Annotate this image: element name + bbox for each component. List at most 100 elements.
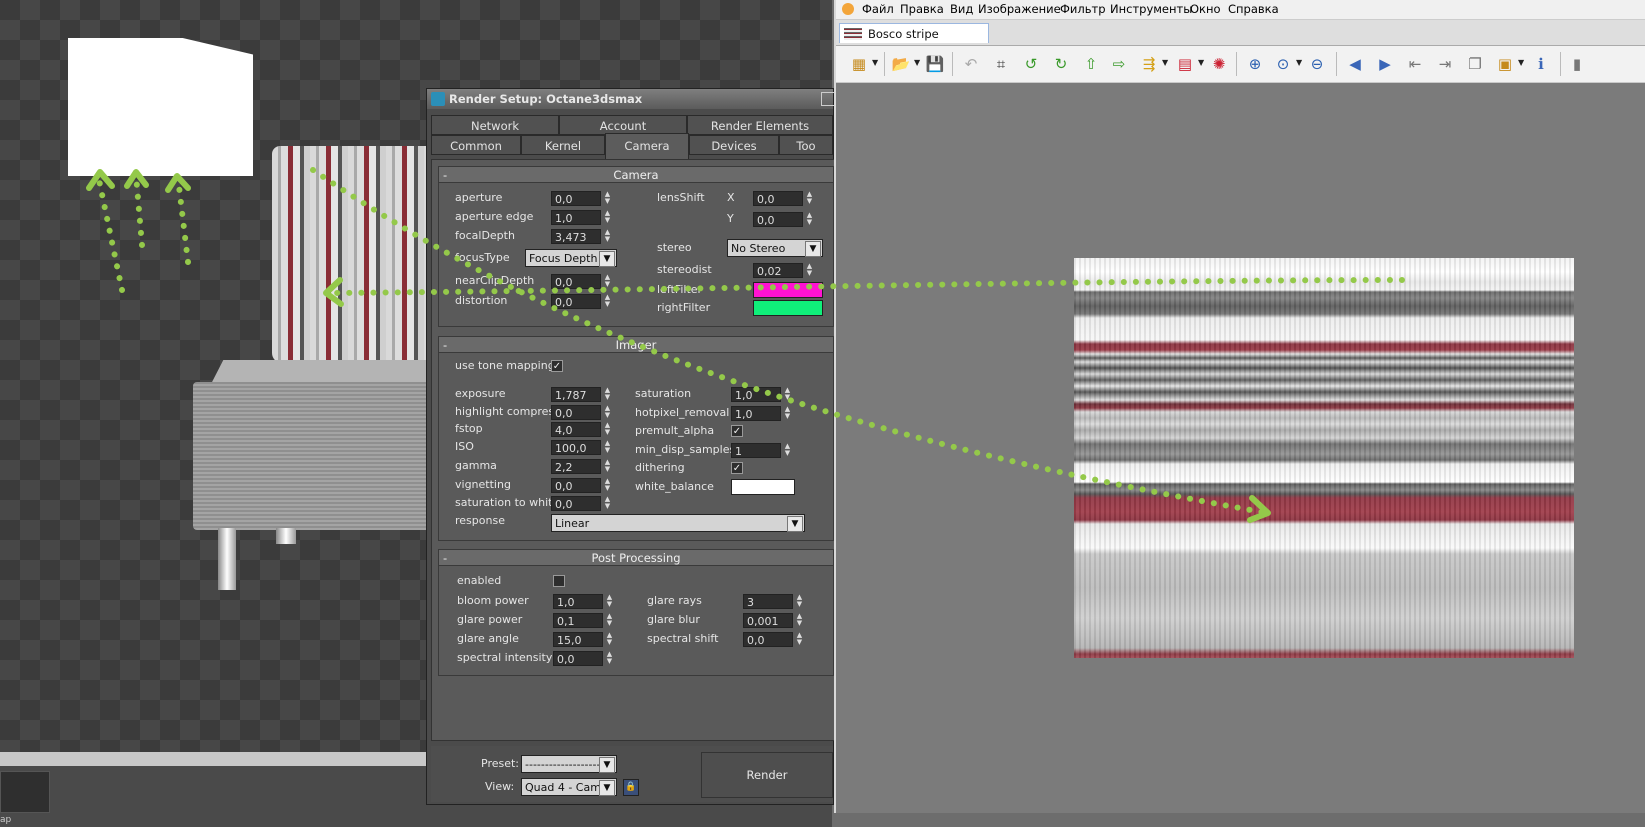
use-tone-mapping-checkbox[interactable]: ✓ bbox=[551, 360, 563, 372]
near-clip-spinner-arrows[interactable]: ▲ ▼ bbox=[603, 274, 612, 289]
min-disp-samples-arrows[interactable]: ▲ ▼ bbox=[783, 443, 792, 458]
zoom-in-icon[interactable]: ⊕ bbox=[1244, 54, 1266, 74]
open-folder-icon[interactable]: 📂 bbox=[890, 54, 912, 74]
dithering-checkbox[interactable]: ✓ bbox=[731, 462, 743, 474]
post-processing-rollout-header[interactable]: - Post Processing bbox=[438, 549, 834, 566]
tab-account[interactable]: Account bbox=[559, 115, 687, 135]
next-icon[interactable]: ▶ bbox=[1374, 54, 1396, 74]
saturation-to-white-spinner[interactable]: 0,0 bbox=[551, 496, 601, 511]
stereodist-spinner[interactable]: 0,02 bbox=[753, 263, 803, 278]
lens-shift-y-arrows[interactable]: ▲ ▼ bbox=[805, 212, 814, 227]
premult-alpha-checkbox[interactable]: ✓ bbox=[731, 425, 743, 437]
hotpixel-spinner[interactable]: 1,0 bbox=[731, 406, 781, 421]
chevron-down-icon[interactable]: ▼ bbox=[1198, 58, 1204, 67]
spectral-intensity-arrows[interactable]: ▲ ▼ bbox=[605, 651, 614, 666]
zoom-out-icon[interactable]: ⊖ bbox=[1306, 54, 1328, 74]
document-tab[interactable]: Bosco stripe corallo.jpg bbox=[839, 23, 989, 61]
menu-filter[interactable]: Фильтр bbox=[1060, 2, 1106, 16]
chevron-down-icon[interactable]: ▼ bbox=[1162, 58, 1168, 67]
tab-camera[interactable]: Camera bbox=[605, 133, 689, 159]
tab-kernel[interactable]: Kernel bbox=[521, 135, 605, 155]
iso-arrows[interactable]: ▲ ▼ bbox=[603, 440, 612, 455]
crop-icon[interactable]: ⌗ bbox=[990, 54, 1012, 74]
browser-icon[interactable]: ▦ bbox=[848, 54, 870, 74]
rotate-right-icon[interactable]: ↻ bbox=[1050, 54, 1072, 74]
glare-power-arrows[interactable]: ▲ ▼ bbox=[605, 613, 614, 628]
lock-icon[interactable]: 🔒 bbox=[623, 779, 639, 796]
spectral-intensity-spinner[interactable]: 0,0 bbox=[553, 651, 603, 666]
chevron-down-icon[interactable]: ▼ bbox=[1518, 58, 1524, 67]
dialog-title-bar[interactable]: Render Setup: Octane3dsmax bbox=[427, 89, 835, 109]
slideshow-icon[interactable]: ❐ bbox=[1464, 54, 1486, 74]
left-filter-swatch[interactable] bbox=[753, 282, 823, 298]
red-eye-icon[interactable]: ✺ bbox=[1208, 54, 1230, 74]
save-icon[interactable]: 💾 bbox=[924, 54, 946, 74]
chevron-down-icon[interactable]: ▼ bbox=[1296, 58, 1302, 67]
glare-power-spinner[interactable]: 0,1 bbox=[553, 613, 603, 628]
minimize-icon[interactable] bbox=[821, 92, 835, 106]
fstop-arrows[interactable]: ▲ ▼ bbox=[603, 422, 612, 437]
aperture-edge-spinner-arrows[interactable]: ▲ ▼ bbox=[603, 210, 612, 225]
exposure-arrows[interactable]: ▲ ▼ bbox=[603, 387, 612, 402]
undo-icon[interactable]: ↶ bbox=[960, 54, 982, 74]
stereodist-arrows[interactable]: ▲ ▼ bbox=[805, 263, 814, 278]
enabled-checkbox[interactable] bbox=[553, 575, 565, 587]
menu-view[interactable]: Вид bbox=[950, 2, 973, 16]
wallpaper-icon[interactable]: ▣ bbox=[1494, 54, 1516, 74]
exposure-spinner[interactable]: 1,787 bbox=[551, 387, 601, 402]
bloom-power-spinner[interactable]: 1,0 bbox=[553, 594, 603, 609]
zoom-icon[interactable]: ⊙ bbox=[1272, 54, 1294, 74]
focus-type-dropdown[interactable]: Focus Depth ▼ bbox=[525, 249, 617, 267]
lens-shift-x-arrows[interactable]: ▲ ▼ bbox=[805, 191, 814, 206]
rotate-left-icon[interactable]: ↺ bbox=[1020, 54, 1042, 74]
tab-render-elements[interactable]: Render Elements bbox=[687, 115, 833, 135]
camera-rollout-header[interactable]: - Camera bbox=[438, 166, 834, 183]
response-dropdown[interactable]: Linear ▼ bbox=[551, 514, 805, 532]
aperture-spinner-arrows[interactable]: ▲ ▼ bbox=[603, 191, 612, 206]
highlight-spinner[interactable]: 0,0 bbox=[551, 405, 601, 420]
glare-angle-arrows[interactable]: ▲ ▼ bbox=[605, 632, 614, 647]
vignetting-arrows[interactable]: ▲ ▼ bbox=[603, 478, 612, 493]
glare-rays-arrows[interactable]: ▲ ▼ bbox=[795, 594, 804, 609]
highlight-arrows[interactable]: ▲ ▼ bbox=[603, 405, 612, 420]
bloom-power-arrows[interactable]: ▲ ▼ bbox=[605, 594, 614, 609]
menu-file[interactable]: Файл bbox=[862, 2, 894, 16]
gamma-arrows[interactable]: ▲ ▼ bbox=[603, 459, 612, 474]
last-icon[interactable]: ⇥ bbox=[1434, 54, 1456, 74]
first-icon[interactable]: ⇤ bbox=[1404, 54, 1426, 74]
more-tools-icon[interactable]: ▮ bbox=[1566, 54, 1588, 74]
view-dropdown[interactable]: Quad 4 - Camer ▼ bbox=[521, 778, 617, 796]
imager-rollout-header[interactable]: - Imager bbox=[438, 336, 834, 353]
export-icon[interactable]: ⇨ bbox=[1108, 54, 1130, 74]
aperture-spinner[interactable]: 0,0 bbox=[551, 191, 601, 206]
gamma-spinner[interactable]: 2,2 bbox=[551, 459, 601, 474]
distortion-spinner-arrows[interactable]: ▲ ▼ bbox=[603, 294, 612, 309]
glare-rays-spinner[interactable]: 3 bbox=[743, 594, 793, 609]
glare-blur-spinner[interactable]: 0,001 bbox=[743, 613, 793, 628]
iso-spinner[interactable]: 100,0 bbox=[551, 440, 601, 455]
focal-depth-spinner-arrows[interactable]: ▲ ▼ bbox=[603, 229, 612, 244]
menu-edit[interactable]: Правка bbox=[900, 2, 944, 16]
previous-icon[interactable]: ◀ bbox=[1344, 54, 1366, 74]
right-filter-swatch[interactable] bbox=[753, 300, 823, 316]
menu-image[interactable]: Изображение bbox=[978, 2, 1061, 16]
spectral-shift-arrows[interactable]: ▲ ▼ bbox=[795, 632, 804, 647]
tab-tools[interactable]: Too bbox=[779, 135, 833, 155]
chevron-down-icon[interactable]: ▼ bbox=[914, 58, 920, 67]
menu-tools[interactable]: Инструменты bbox=[1110, 2, 1192, 16]
spectral-shift-spinner[interactable]: 0,0 bbox=[743, 632, 793, 647]
tab-common[interactable]: Common bbox=[431, 135, 521, 155]
aperture-edge-spinner[interactable]: 1,0 bbox=[551, 210, 601, 225]
vignetting-spinner[interactable]: 0,0 bbox=[551, 478, 601, 493]
glare-angle-spinner[interactable]: 15,0 bbox=[553, 632, 603, 647]
min-disp-samples-spinner[interactable]: 1 bbox=[731, 443, 781, 458]
lens-shift-x-spinner[interactable]: 0,0 bbox=[753, 191, 803, 206]
properties-icon[interactable]: ℹ bbox=[1530, 54, 1552, 74]
info-panel-icon[interactable]: ▤ bbox=[1174, 54, 1196, 74]
focal-depth-spinner[interactable]: 3,473 bbox=[551, 229, 601, 244]
saturation-spinner[interactable]: 1,0 bbox=[731, 387, 781, 402]
glare-blur-arrows[interactable]: ▲ ▼ bbox=[795, 613, 804, 628]
white-balance-swatch[interactable] bbox=[731, 479, 795, 495]
stereo-dropdown[interactable]: No Stereo ▼ bbox=[727, 239, 823, 257]
distortion-spinner[interactable]: 0,0 bbox=[551, 294, 601, 309]
